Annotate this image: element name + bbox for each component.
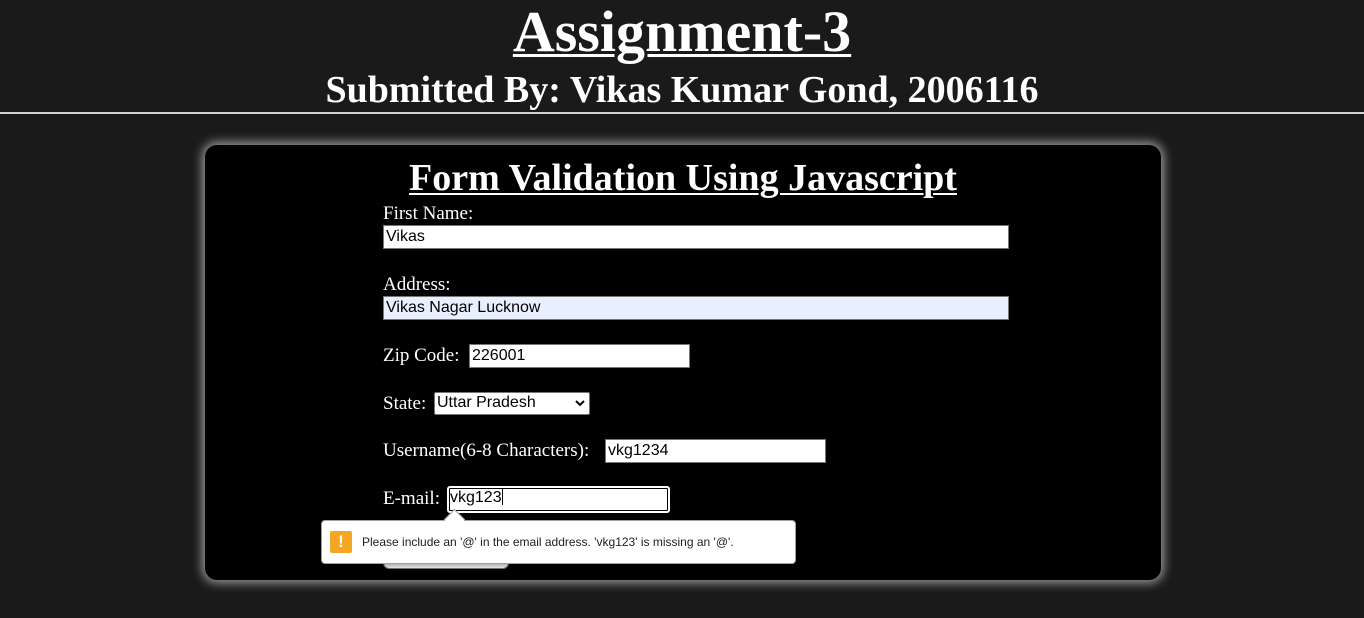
zip-code-value: 226001 <box>472 347 526 364</box>
validation-tooltip: ! Please include an '@' in the email add… <box>321 508 796 564</box>
username-value: vkg1234 <box>608 442 669 459</box>
page-header: Assignment-3 Submitted By: Vikas Kumar G… <box>0 0 1364 114</box>
username-label: Username(6-8 Characters): <box>383 440 590 461</box>
address-input[interactable]: Vikas Nagar Lucknow <box>383 296 1009 320</box>
first-name-value: Vikas <box>386 228 425 245</box>
state-label: State: <box>383 393 427 414</box>
zip-code-label: Zip Code: <box>383 345 460 366</box>
state-selected-value: Uttar Pradesh <box>437 394 536 411</box>
chevron-down-icon <box>575 400 585 407</box>
first-name-label: First Name: <box>383 203 474 224</box>
warning-icon: ! <box>330 531 352 553</box>
first-name-input[interactable]: Vikas <box>383 225 1009 249</box>
state-select[interactable]: Uttar Pradesh <box>434 392 590 415</box>
email-input[interactable]: vkg123 <box>447 486 670 513</box>
form-title: Form Validation Using Javascript <box>409 157 957 199</box>
zip-code-input[interactable]: 226001 <box>469 344 690 368</box>
username-input[interactable]: vkg1234 <box>605 439 826 463</box>
address-label: Address: <box>383 274 451 295</box>
page-title: Assignment-3 <box>512 0 852 64</box>
email-value: vkg123 <box>450 489 502 506</box>
address-value: Vikas Nagar Lucknow <box>386 299 541 316</box>
email-label: E-mail: <box>383 488 440 509</box>
page-subtitle: Submitted By: Vikas Kumar Gond, 2006116 <box>325 69 1039 111</box>
text-caret <box>501 488 503 505</box>
form-card: Form Validation Using Javascript First N… <box>205 145 1161 580</box>
validation-message: Please include an '@' in the email addre… <box>362 535 734 549</box>
